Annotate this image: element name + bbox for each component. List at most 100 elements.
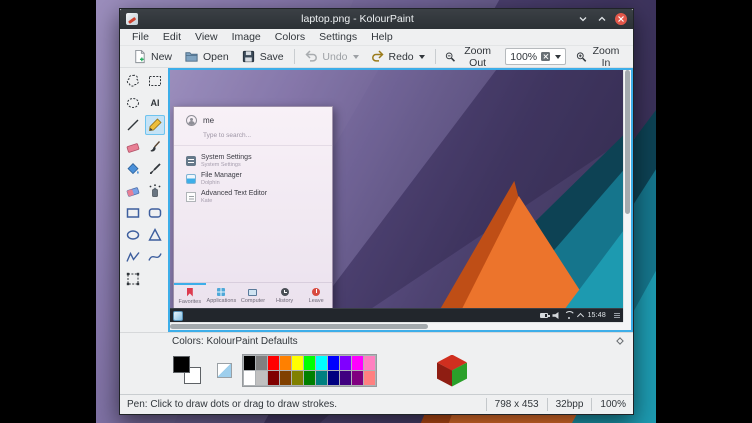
menu-view[interactable]: View bbox=[188, 31, 225, 43]
palette-color[interactable] bbox=[352, 371, 363, 385]
tool-flood-fill[interactable] bbox=[123, 159, 143, 179]
image-taskbar: 15:48 bbox=[170, 308, 623, 322]
tool-color-picker[interactable] bbox=[145, 159, 165, 179]
new-button[interactable]: New bbox=[126, 47, 178, 66]
palette-color[interactable] bbox=[244, 371, 255, 385]
foreground-color-swatch[interactable] bbox=[173, 356, 190, 373]
dock-float-button[interactable] bbox=[615, 336, 625, 346]
system-settings-icon bbox=[186, 156, 196, 166]
menu-settings[interactable]: Settings bbox=[312, 31, 364, 43]
clock-icon bbox=[281, 288, 289, 296]
zoom-combobox[interactable]: 100% bbox=[505, 48, 566, 65]
vertical-scrollbar[interactable] bbox=[623, 70, 631, 322]
palette-color[interactable] bbox=[256, 356, 267, 370]
tool-line[interactable] bbox=[123, 115, 143, 135]
curve-icon bbox=[147, 249, 163, 265]
power-icon bbox=[312, 288, 320, 296]
clear-zoom-icon[interactable] bbox=[541, 52, 550, 61]
palette-color[interactable] bbox=[316, 371, 327, 385]
tool-rectangle[interactable] bbox=[123, 203, 143, 223]
close-button[interactable] bbox=[615, 13, 627, 25]
tool-connected-lines[interactable] bbox=[123, 247, 143, 267]
undo-dropdown-icon[interactable] bbox=[353, 55, 359, 59]
palette-color[interactable] bbox=[304, 356, 315, 370]
undo-icon bbox=[304, 50, 318, 63]
vertical-scrollbar-thumb[interactable] bbox=[625, 70, 630, 214]
statusbar: Pen: Click to draw dots or drag to draw … bbox=[120, 394, 633, 414]
palette-color[interactable] bbox=[292, 371, 303, 385]
palette-color[interactable] bbox=[280, 371, 291, 385]
user-avatar-icon bbox=[186, 115, 197, 126]
canvas-image[interactable]: me Type to search... System Settings Sys… bbox=[170, 70, 623, 322]
menu-image[interactable]: Image bbox=[225, 31, 268, 43]
palette-color[interactable] bbox=[304, 371, 315, 385]
tool-selection-ellipse[interactable] bbox=[123, 93, 143, 113]
tool-brush[interactable] bbox=[145, 137, 165, 157]
tool-polygon[interactable] bbox=[145, 225, 165, 245]
menu-file[interactable]: File bbox=[125, 31, 156, 43]
palette-color[interactable] bbox=[328, 371, 339, 385]
list-item: System Settings System Settings bbox=[174, 152, 332, 170]
toolbar-separator bbox=[435, 49, 436, 64]
taskbar-clock: 15:48 bbox=[587, 312, 606, 319]
palette-color[interactable] bbox=[268, 371, 279, 385]
tool-rounded-rectangle[interactable] bbox=[145, 203, 165, 223]
palette-color[interactable] bbox=[340, 371, 351, 385]
open-button[interactable]: Open bbox=[178, 47, 235, 66]
brush-icon bbox=[147, 139, 163, 155]
colors-dock-title: Colors: KolourPaint Defaults bbox=[172, 336, 298, 347]
palette-color[interactable] bbox=[340, 356, 351, 370]
bookmark-icon bbox=[187, 288, 193, 297]
transparent-color-button[interactable] bbox=[217, 363, 232, 378]
horizontal-scrollbar-thumb[interactable] bbox=[170, 324, 428, 329]
tool-color-eraser[interactable] bbox=[123, 181, 143, 201]
palette-color[interactable] bbox=[328, 356, 339, 370]
zoom-in-button[interactable]: Zoom In bbox=[570, 43, 627, 71]
palette-color[interactable] bbox=[244, 356, 255, 370]
colors-dock: Colors: KolourPaint Defaults bbox=[120, 332, 633, 394]
palette-color[interactable] bbox=[364, 371, 375, 385]
palette-color[interactable] bbox=[268, 356, 279, 370]
palette-color[interactable] bbox=[364, 356, 375, 370]
color-similarity-button[interactable] bbox=[437, 355, 467, 387]
canvas-area[interactable]: me Type to search... System Settings Sys… bbox=[168, 68, 633, 332]
zoom-in-icon bbox=[576, 50, 587, 64]
tool-curve[interactable] bbox=[145, 247, 165, 267]
item-title: Advanced Text Editor bbox=[201, 190, 267, 198]
tool-spraycan[interactable] bbox=[145, 181, 165, 201]
menu-edit[interactable]: Edit bbox=[156, 31, 188, 43]
item-subtitle: Kate bbox=[201, 198, 267, 204]
zoom-value[interactable]: 100% bbox=[510, 51, 537, 63]
menu-help[interactable]: Help bbox=[364, 31, 400, 43]
tool-pen[interactable] bbox=[145, 115, 165, 135]
zoom-out-button[interactable]: Zoom Out bbox=[439, 43, 501, 71]
tool-selection-free[interactable] bbox=[123, 71, 143, 91]
palette-color[interactable] bbox=[256, 371, 267, 385]
palette-color[interactable] bbox=[292, 356, 303, 370]
tool-selection-rect[interactable] bbox=[145, 71, 165, 91]
ellipse-icon bbox=[125, 227, 141, 243]
palette-color[interactable] bbox=[316, 356, 327, 370]
tool-ellipse[interactable] bbox=[123, 225, 143, 245]
titlebar[interactable]: laptop.png - KolourPaint bbox=[120, 9, 633, 29]
redo-dropdown-icon[interactable] bbox=[419, 55, 425, 59]
screenshot-root: laptop.png - KolourPaint File Edit View … bbox=[0, 0, 752, 423]
horizontal-scrollbar[interactable] bbox=[170, 322, 623, 330]
palette-color[interactable] bbox=[352, 356, 363, 370]
palette-color[interactable] bbox=[280, 356, 291, 370]
tool-zoom[interactable] bbox=[123, 269, 143, 289]
save-button[interactable]: Save bbox=[235, 47, 290, 66]
tool-eraser[interactable] bbox=[123, 137, 143, 157]
list-item: File Manager Dolphin bbox=[174, 170, 332, 188]
eraser-icon bbox=[125, 139, 141, 155]
menu-colors[interactable]: Colors bbox=[268, 31, 312, 43]
text-tool-icon: AI bbox=[151, 98, 160, 108]
user-name: me bbox=[203, 116, 214, 125]
tool-text[interactable]: AI bbox=[145, 93, 165, 113]
redo-button[interactable]: Redo bbox=[365, 48, 431, 65]
undo-button[interactable]: Undo bbox=[298, 48, 364, 65]
maximize-button[interactable] bbox=[596, 13, 608, 25]
color-swatch-pair[interactable] bbox=[171, 353, 207, 389]
minimize-button[interactable] bbox=[577, 13, 589, 25]
zoom-dropdown-icon[interactable] bbox=[555, 55, 561, 59]
